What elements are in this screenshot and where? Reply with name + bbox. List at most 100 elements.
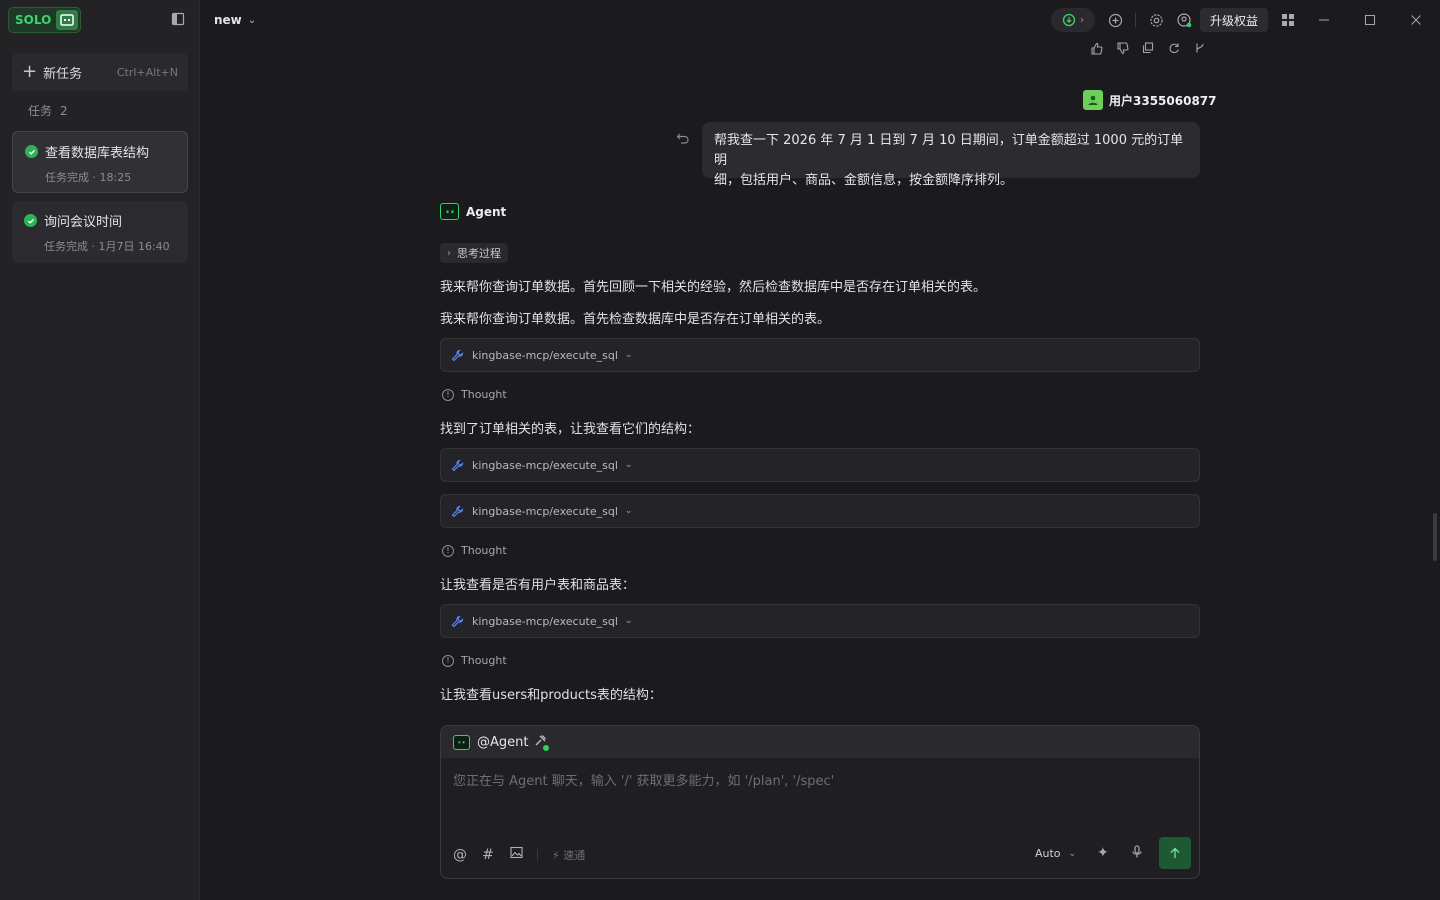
check-circle-icon xyxy=(25,145,38,158)
hash-icon[interactable]: # xyxy=(481,847,495,863)
wrench-icon xyxy=(451,459,464,472)
mode-select[interactable]: Auto ⌄ xyxy=(1035,847,1076,860)
tool-call-label: kingbase-mcp/execute_sql xyxy=(472,348,618,362)
agent-header: Agent xyxy=(440,203,506,220)
arrow-up-icon xyxy=(1170,847,1180,858)
thinking-label: 思考过程 xyxy=(457,247,501,260)
new-task-button[interactable]: + 新任务 Ctrl+Alt+N xyxy=(12,53,188,91)
thumbs-down-icon[interactable] xyxy=(1115,41,1129,55)
info-icon: ! xyxy=(442,654,454,667)
task-title: 询问会议时间 xyxy=(44,215,123,230)
layout-grid-icon[interactable] xyxy=(1279,11,1297,29)
microphone-icon[interactable] xyxy=(1131,845,1143,863)
message-actions xyxy=(1089,41,1207,55)
task-title: 查看数据库表结构 xyxy=(45,146,150,161)
user-message-line: 帮我查一下 2026 年 7 月 1 日到 7 月 10 日期间，订单金额超过 … xyxy=(714,133,1184,168)
thought-row[interactable]: ! Thought xyxy=(442,654,507,667)
sparkle-icon[interactable]: ✦ xyxy=(1097,845,1109,861)
chat-input[interactable]: 您正在与 Agent 聊天，输入 '/' 获取更多能力，如 '/plan', '… xyxy=(453,770,834,789)
chevron-down-icon: ⌄ xyxy=(624,350,633,360)
task-item[interactable]: 询问会议时间 任务完成 · 1月7日 16:40 xyxy=(12,201,188,263)
account-icon[interactable] xyxy=(1175,11,1193,29)
agent-paragraph: 让我查看是否有用户表和商品表： xyxy=(440,578,636,593)
tool-call-card[interactable]: kingbase-mcp/execute_sql ⌄ xyxy=(440,338,1200,372)
project-name: new xyxy=(214,13,242,27)
agent-logo-icon xyxy=(453,734,470,750)
info-icon: ! xyxy=(442,544,454,557)
chevron-down-icon: ⌄ xyxy=(624,616,633,626)
tool-call-label: kingbase-mcp/execute_sql xyxy=(472,458,618,472)
task-subtitle: 任务完成 · 1月7日 16:40 xyxy=(44,240,170,253)
user-name: 用户3355060877 xyxy=(1109,93,1217,108)
chevron-down-icon: ⌄ xyxy=(1068,848,1077,859)
chevron-down-icon: ⌄ xyxy=(624,460,633,470)
minimize-icon[interactable] xyxy=(1315,11,1333,29)
task-item[interactable]: 查看数据库表结构 任务完成 · 18:25 xyxy=(12,131,188,193)
run-button[interactable]: › xyxy=(1051,8,1095,32)
close-icon[interactable] xyxy=(1407,11,1425,29)
agent-paragraph: 找到了订单相关的表，让我查看它们的结构： xyxy=(440,422,701,437)
fast-mode-toggle[interactable]: ⚡ 速通 xyxy=(552,847,585,863)
top-bar: new ⌄ › 升级权益 xyxy=(200,0,1440,40)
copy-icon[interactable] xyxy=(1141,41,1155,55)
divider xyxy=(1135,13,1136,27)
tools-icon[interactable] xyxy=(534,734,550,751)
composer-toolbar: @ # ⚡ 速通 xyxy=(453,846,585,863)
solo-logo[interactable]: SOLO xyxy=(8,7,82,33)
add-chat-icon[interactable] xyxy=(1106,11,1124,29)
branch-icon[interactable] xyxy=(1193,41,1207,55)
chat-composer: @Agent 您正在与 Agent 聊天，输入 '/' 获取更多能力，如 '/p… xyxy=(440,725,1200,879)
thumbs-up-icon[interactable] xyxy=(1089,41,1103,55)
user-message: 帮我查一下 2026 年 7 月 1 日到 7 月 10 日期间，订单金额超过 … xyxy=(702,122,1200,188)
wrench-icon xyxy=(451,349,464,362)
image-icon[interactable] xyxy=(509,846,523,863)
tool-call-label: kingbase-mcp/execute_sql xyxy=(472,504,618,518)
agent-logo-icon xyxy=(440,203,459,220)
scrollbar[interactable] xyxy=(1433,513,1437,561)
sidebar-toggle-icon[interactable] xyxy=(171,12,185,30)
tool-call-card[interactable]: kingbase-mcp/execute_sql ⌄ xyxy=(440,494,1200,528)
gear-icon[interactable] xyxy=(1147,11,1165,29)
at-mention-icon[interactable]: @ xyxy=(453,847,467,863)
agent-paragraph: 我来帮你查询订单数据。首先回顾一下相关的经验，然后检查数据库中是否存在订单相关的… xyxy=(440,280,987,295)
tool-call-card[interactable]: kingbase-mcp/execute_sql ⌄ xyxy=(440,448,1200,482)
plus-icon: + xyxy=(22,61,38,82)
thought-row[interactable]: ! Thought xyxy=(442,388,507,401)
logo-text: SOLO xyxy=(15,13,52,27)
user-header: 用户3355060877 xyxy=(1083,90,1217,110)
status-dot xyxy=(543,745,550,751)
sidebar: SOLO + 新任务 Ctrl+Alt+N 任务 2 查看数据库表结构 任务完成 … xyxy=(0,0,200,900)
wrench-icon xyxy=(451,505,464,518)
agent-logo-icon xyxy=(56,10,79,30)
thought-row[interactable]: ! Thought xyxy=(442,544,507,557)
user-message-line: 细，包括用户、商品、金额信息，按金额降序排列。 xyxy=(714,173,1014,188)
download-circle-icon xyxy=(1062,13,1076,27)
chevron-right-icon: › xyxy=(447,247,451,259)
thought-label: Thought xyxy=(461,388,507,401)
send-button[interactable] xyxy=(1159,837,1191,869)
divider xyxy=(537,848,538,861)
thinking-toggle[interactable]: › 思考过程 xyxy=(440,243,508,263)
new-task-label: 新任务 xyxy=(43,66,83,82)
thought-label: Thought xyxy=(461,654,507,667)
agent-paragraph: 我来帮你查询订单数据。首先检查数据库中是否存在订单相关的表。 xyxy=(440,312,831,327)
tasks-label: 任务 xyxy=(28,104,53,118)
avatar xyxy=(1083,90,1103,110)
info-icon: ! xyxy=(442,388,454,401)
tool-call-card[interactable]: kingbase-mcp/execute_sql ⌄ xyxy=(440,604,1200,638)
refresh-icon[interactable] xyxy=(1167,41,1181,55)
chevron-down-icon: ⌄ xyxy=(624,506,633,516)
undo-icon[interactable] xyxy=(676,131,690,149)
project-selector[interactable]: new ⌄ xyxy=(214,13,256,27)
mode-value: Auto xyxy=(1035,847,1061,860)
tool-call-label: kingbase-mcp/execute_sql xyxy=(472,614,618,628)
agent-paragraph: 让我查看users和products表的结构： xyxy=(440,688,662,703)
upgrade-button[interactable]: 升级权益 xyxy=(1200,8,1268,32)
mention-agent[interactable]: @Agent xyxy=(477,735,528,750)
agent-name: Agent xyxy=(466,204,507,219)
maximize-icon[interactable] xyxy=(1361,11,1379,29)
thought-label: Thought xyxy=(461,544,507,557)
tasks-count: 2 xyxy=(60,104,68,118)
tasks-section-label: 任务 2 xyxy=(28,102,68,119)
chevron-down-icon: ⌄ xyxy=(247,14,257,26)
